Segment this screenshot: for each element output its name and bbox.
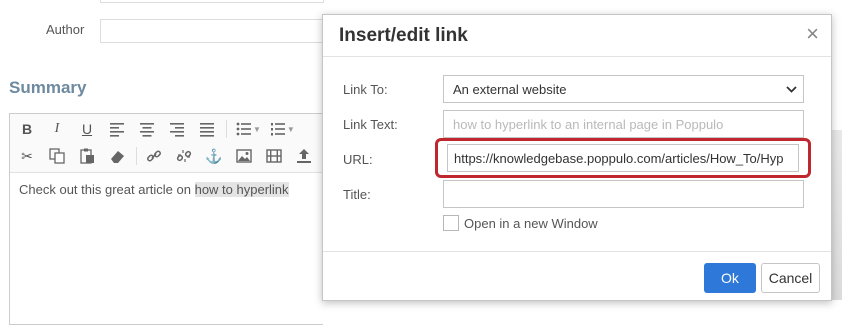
link-text-input[interactable]: how to hyperlink to an internal page in …	[443, 110, 804, 138]
title-input[interactable]	[443, 180, 804, 208]
background-image-edge	[832, 130, 842, 300]
italic-icon[interactable]: I	[46, 118, 68, 140]
link-to-select[interactable]: An external website	[443, 75, 804, 103]
toolbar-separator	[136, 147, 137, 165]
chevron-down-icon[interactable]: ▼	[253, 125, 261, 134]
chevron-down-icon[interactable]: ▼	[287, 125, 295, 134]
insert-link-dialog: Insert/edit link × Link To: An external …	[322, 14, 832, 301]
toolbar-separator	[226, 120, 227, 138]
link-text-label: Link Text:	[343, 117, 398, 132]
new-window-checkbox[interactable]	[443, 215, 459, 231]
url-highlight: https://knowledgebase.poppulo.com/articl…	[435, 138, 811, 178]
image-icon[interactable]	[233, 145, 255, 167]
upload-icon[interactable]	[293, 145, 315, 167]
url-label: URL:	[343, 152, 373, 167]
bullet-list-icon[interactable]	[233, 118, 255, 140]
ok-button[interactable]: Ok	[704, 263, 756, 293]
summary-editor[interactable]: B I U ▼ ▼ ✂ ⚓ Check out this great artic…	[9, 113, 323, 325]
align-center-icon[interactable]	[136, 118, 158, 140]
anchor-icon[interactable]: ⚓	[203, 145, 225, 167]
editor-body-text[interactable]: Check out this great article on how to h…	[19, 182, 289, 197]
footer-divider	[323, 251, 831, 252]
selected-text: how to hyperlink	[194, 182, 289, 197]
bold-icon[interactable]: B	[16, 118, 38, 140]
cut-icon[interactable]: ✂	[16, 145, 38, 167]
chevron-down-icon	[786, 82, 797, 96]
media-icon[interactable]	[263, 145, 285, 167]
underline-icon[interactable]: U	[76, 118, 98, 140]
link-to-label: Link To:	[343, 82, 388, 97]
title-label: Title:	[343, 187, 371, 202]
cancel-button[interactable]: Cancel	[761, 263, 820, 293]
dialog-title: Insert/edit link	[339, 25, 468, 46]
header-divider	[323, 56, 831, 57]
unlink-icon[interactable]	[173, 145, 195, 167]
close-icon[interactable]: ×	[806, 23, 819, 45]
align-right-icon[interactable]	[166, 118, 188, 140]
url-input[interactable]: https://knowledgebase.poppulo.com/articl…	[447, 144, 799, 172]
summary-heading: Summary	[9, 78, 87, 97]
numbered-list-icon[interactable]	[267, 118, 289, 140]
align-left-icon[interactable]	[106, 118, 128, 140]
link-icon[interactable]	[143, 145, 165, 167]
editor-toolbar: B I U ▼ ▼ ✂ ⚓	[10, 114, 323, 173]
previous-field-edge	[100, 0, 324, 3]
link-to-value: An external website	[453, 81, 567, 97]
copy-icon[interactable]	[46, 145, 68, 167]
paste-icon[interactable]	[76, 145, 98, 167]
new-window-label[interactable]: Open in a new Window	[464, 216, 598, 231]
author-input[interactable]	[100, 19, 322, 43]
align-justify-icon[interactable]	[196, 118, 218, 140]
editor-text: Check out this great article on	[19, 182, 195, 197]
eraser-icon[interactable]	[106, 145, 128, 167]
author-label: Author	[46, 22, 85, 37]
